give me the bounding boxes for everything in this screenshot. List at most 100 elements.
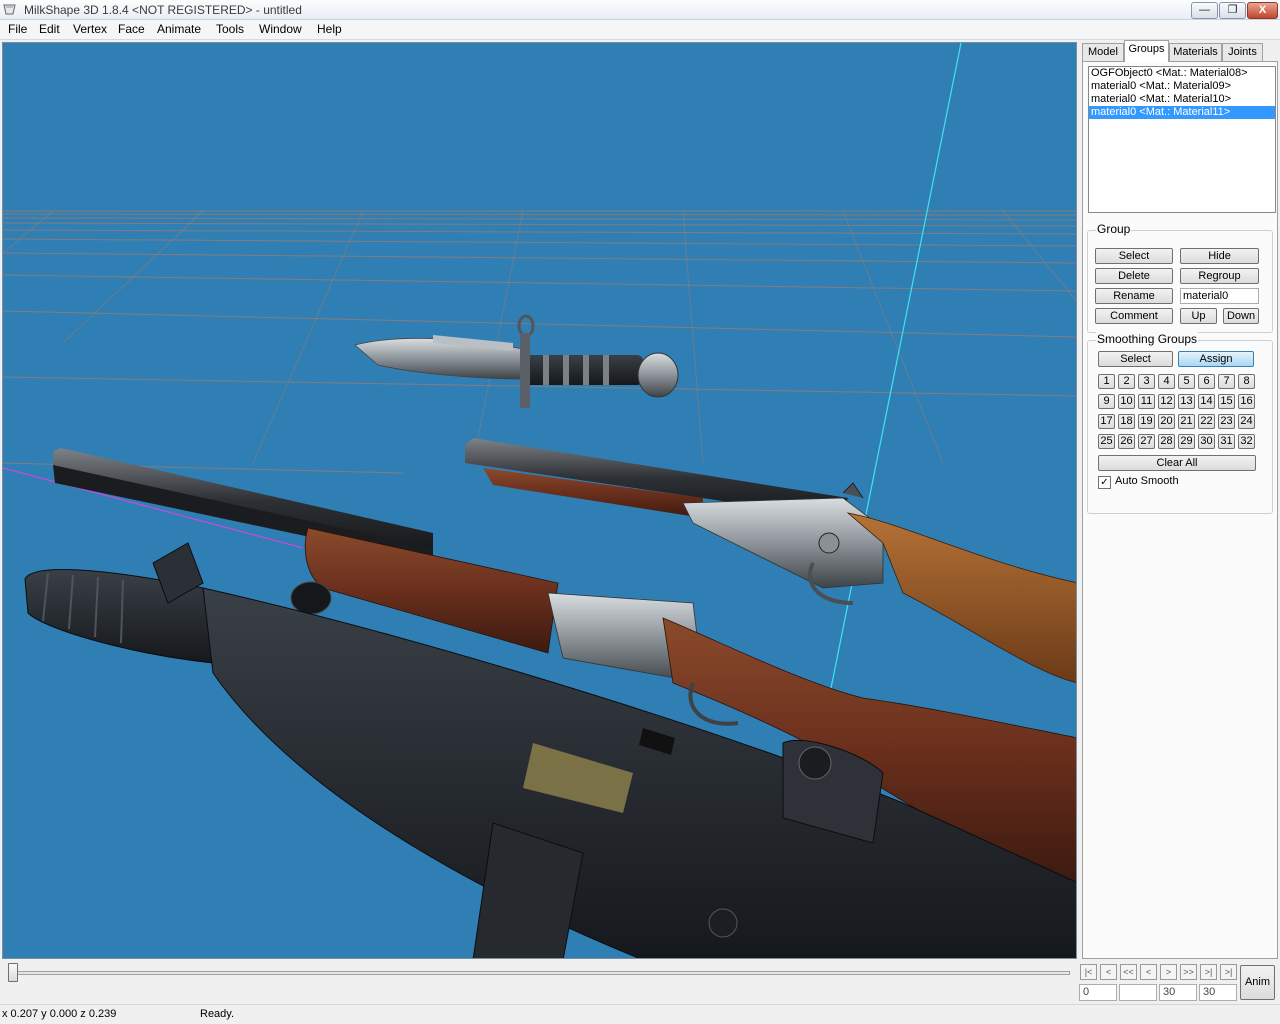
start-frame-field[interactable]: 30 (1159, 984, 1197, 1001)
group-delete-button[interactable]: Delete (1095, 268, 1173, 284)
menu-face[interactable]: Face (118, 22, 145, 36)
group-rename-button[interactable]: Rename (1095, 288, 1173, 304)
smoothing-group-button-18[interactable]: 18 (1118, 414, 1135, 429)
last-frame-button[interactable]: >| (1220, 964, 1237, 980)
smoothing-group-button-32[interactable]: 32 (1238, 434, 1255, 449)
menu-tools[interactable]: Tools (216, 22, 244, 36)
smoothing-group-button-30[interactable]: 30 (1198, 434, 1215, 449)
next-frame-button[interactable]: > (1160, 964, 1177, 980)
list-item-group[interactable]: OGFObject0 <Mat.: Material08> (1089, 67, 1275, 80)
3d-viewport[interactable] (2, 42, 1077, 959)
smoothing-group-button-3[interactable]: 3 (1138, 374, 1155, 389)
end-frame-field[interactable]: 30 (1199, 984, 1237, 1001)
animation-timeline: |< < << < > >> >| >| 0 30 30 Anim (0, 960, 1280, 1004)
viewport-scene (3, 43, 1077, 958)
smoothing-select-button[interactable]: Select (1098, 351, 1173, 367)
prev-frame-button[interactable]: < (1140, 964, 1157, 980)
smoothing-group-button-1[interactable]: 1 (1098, 374, 1115, 389)
smoothing-group-button-23[interactable]: 23 (1218, 414, 1235, 429)
smoothing-group-button-25[interactable]: 25 (1098, 434, 1115, 449)
group-down-button[interactable]: Down (1223, 308, 1259, 324)
smoothing-group-button-19[interactable]: 19 (1138, 414, 1155, 429)
rewind-button[interactable]: << (1120, 964, 1137, 980)
tab-model[interactable]: Model (1082, 43, 1124, 62)
timeline-track[interactable] (10, 971, 1070, 975)
smoothing-group-button-29[interactable]: 29 (1178, 434, 1195, 449)
next-key-button[interactable]: >| (1200, 964, 1217, 980)
menu-vertex[interactable]: Vertex (73, 22, 107, 36)
status-message: Ready. (200, 1008, 235, 1020)
frame-field-2[interactable] (1119, 984, 1157, 1001)
smoothing-group-button-31[interactable]: 31 (1218, 434, 1235, 449)
smoothing-group-button-6[interactable]: 6 (1198, 374, 1215, 389)
tab-groups[interactable]: Groups (1124, 40, 1169, 62)
anim-button[interactable]: Anim (1240, 965, 1275, 1000)
menu-file[interactable]: File (8, 22, 27, 36)
menu-bar: File Edit Vertex Face Animate Tools Wind… (0, 20, 1280, 40)
milkshape-app-icon (3, 4, 16, 15)
group-regroup-button[interactable]: Regroup (1180, 268, 1259, 284)
group-box-legend: Group (1096, 222, 1132, 236)
menu-help[interactable]: Help (317, 22, 342, 36)
fast-forward-button[interactable]: >> (1180, 964, 1197, 980)
first-frame-button[interactable]: |< (1080, 964, 1097, 980)
close-button[interactable]: X (1247, 2, 1278, 19)
current-frame-field[interactable]: 0 (1079, 984, 1117, 1001)
right-panel: Model Groups Materials Joints OGFObject0… (1080, 40, 1280, 960)
knife-model[interactable] (354, 314, 679, 408)
status-bar: x 0.207 y 0.000 z 0.239 Ready. (0, 1004, 1280, 1024)
minimize-button[interactable]: — (1191, 2, 1218, 19)
smoothing-group-button-8[interactable]: 8 (1238, 374, 1255, 389)
auto-smooth-checkbox[interactable]: ✓ (1098, 476, 1111, 489)
prev-key-button[interactable]: < (1100, 964, 1117, 980)
group-box: Group Select Hide Delete Regroup Rename … (1087, 222, 1273, 333)
group-comment-button[interactable]: Comment (1095, 308, 1173, 324)
smoothing-group-button-14[interactable]: 14 (1198, 394, 1215, 409)
group-name-field[interactable]: material0 (1180, 288, 1259, 304)
title-bar: MilkShape 3D 1.8.4 <NOT REGISTERED> - un… (0, 0, 1280, 20)
timeline-slider-thumb[interactable] (8, 963, 18, 982)
menu-window[interactable]: Window (259, 22, 302, 36)
smoothing-group-button-15[interactable]: 15 (1218, 394, 1235, 409)
floor-grid (3, 210, 1076, 474)
menu-edit[interactable]: Edit (39, 22, 60, 36)
auto-smooth-label: Auto Smooth (1115, 475, 1179, 487)
smoothing-group-button-24[interactable]: 24 (1238, 414, 1255, 429)
smoothing-groups-box: Smoothing Groups Select Assign 123456789… (1087, 332, 1273, 514)
smoothing-group-button-4[interactable]: 4 (1158, 374, 1175, 389)
smoothing-group-button-20[interactable]: 20 (1158, 414, 1175, 429)
maximize-button[interactable]: ❐ (1219, 2, 1246, 19)
smoothing-groups-legend: Smoothing Groups (1096, 332, 1199, 346)
clear-all-button[interactable]: Clear All (1098, 455, 1256, 471)
tab-joints[interactable]: Joints (1222, 43, 1263, 62)
smoothing-group-button-17[interactable]: 17 (1098, 414, 1115, 429)
smoothing-group-button-12[interactable]: 12 (1158, 394, 1175, 409)
smoothing-group-button-13[interactable]: 13 (1178, 394, 1195, 409)
smoothing-group-button-10[interactable]: 10 (1118, 394, 1135, 409)
menu-animate[interactable]: Animate (157, 22, 201, 36)
smoothing-group-button-21[interactable]: 21 (1178, 414, 1195, 429)
smoothing-group-button-11[interactable]: 11 (1138, 394, 1155, 409)
smoothing-group-button-7[interactable]: 7 (1218, 374, 1235, 389)
smoothing-group-button-9[interactable]: 9 (1098, 394, 1115, 409)
groups-tab-panel: OGFObject0 <Mat.: Material08> material0 … (1082, 61, 1278, 959)
smoothing-assign-button[interactable]: Assign (1178, 351, 1254, 367)
smoothing-group-button-28[interactable]: 28 (1158, 434, 1175, 449)
smoothing-group-button-2[interactable]: 2 (1118, 374, 1135, 389)
smoothing-group-button-5[interactable]: 5 (1178, 374, 1195, 389)
hammer-shotgun-model[interactable] (465, 438, 1077, 683)
smoothing-group-button-26[interactable]: 26 (1118, 434, 1135, 449)
smoothing-group-button-16[interactable]: 16 (1238, 394, 1255, 409)
smoothing-group-button-27[interactable]: 27 (1138, 434, 1155, 449)
list-item-group-selected[interactable]: material0 <Mat.: Material11> (1089, 106, 1275, 119)
coordinates-readout: x 0.207 y 0.000 z 0.239 (2, 1008, 117, 1020)
window-title: MilkShape 3D 1.8.4 <NOT REGISTERED> - un… (24, 3, 302, 17)
group-up-button[interactable]: Up (1180, 308, 1217, 324)
groups-list[interactable]: OGFObject0 <Mat.: Material08> material0 … (1088, 66, 1276, 213)
group-select-button[interactable]: Select (1095, 248, 1173, 264)
group-hide-button[interactable]: Hide (1180, 248, 1259, 264)
tab-materials[interactable]: Materials (1169, 43, 1222, 62)
smoothing-group-button-22[interactable]: 22 (1198, 414, 1215, 429)
list-item-group[interactable]: material0 <Mat.: Material09> (1089, 80, 1275, 93)
list-item-group[interactable]: material0 <Mat.: Material10> (1089, 93, 1275, 106)
